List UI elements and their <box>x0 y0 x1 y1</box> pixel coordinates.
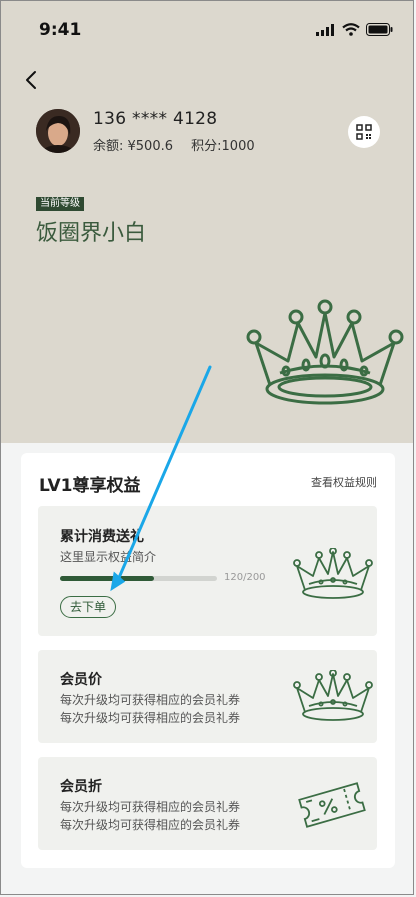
qr-code-icon <box>356 124 372 140</box>
benefit-desc: 每次升级均可获得相应的会员礼券 每次升级均可获得相应的会员礼券 <box>60 691 240 727</box>
benefit-title: 会员折 <box>60 779 102 795</box>
status-time: 9:41 <box>39 20 82 40</box>
user-phone: 136 **** 4128 <box>93 109 218 129</box>
benefit-desc: 每次升级均可获得相应的会员礼券 每次升级均可获得相应的会员礼券 <box>60 798 240 834</box>
crown-icon <box>293 548 373 599</box>
back-icon[interactable] <box>23 69 41 91</box>
coupon-icon <box>298 782 366 828</box>
avatar-image <box>36 109 80 153</box>
benefits-title: LV1尊享权益 <box>39 476 141 496</box>
user-meta: 余额: ¥500.6 积分:1000 <box>93 135 269 154</box>
benefit-card-member-price[interactable]: 会员价 每次升级均可获得相应的会员礼券 每次升级均可获得相应的会员礼券 <box>38 650 377 743</box>
benefit-card-member-discount[interactable]: 会员折 每次升级均可获得相应的会员礼券 每次升级均可获得相应的会员礼券 <box>38 757 377 850</box>
view-rules-link[interactable]: 查看权益规则 <box>311 474 377 490</box>
member-header: 9:41 136 **** 4128 余额: ¥500.6 积分:1000 当前… <box>1 1 413 443</box>
benefit-card-gift[interactable]: 累计消费送礼 这里显示权益简介 120/200 去下单 <box>38 506 377 636</box>
progress-text: 120/200 <box>224 572 266 583</box>
benefit-desc: 这里显示权益简介 <box>60 550 157 564</box>
benefit-title: 会员价 <box>60 672 102 688</box>
benefit-desc-line: 每次升级均可获得相应的会员礼券 <box>60 818 241 832</box>
points-text: 积分:1000 <box>191 139 255 154</box>
benefit-desc-line: 每次升级均可获得相应的会员礼券 <box>60 800 241 814</box>
avatar[interactable] <box>36 109 80 153</box>
benefit-desc-line: 每次升级均可获得相应的会员礼券 <box>60 693 241 707</box>
balance-text: 余额: ¥500.6 <box>93 139 173 154</box>
phone-frame: 9:41 136 **** 4128 余额: ¥500.6 积分:1000 当前… <box>0 0 414 895</box>
benefit-desc-line: 每次升级均可获得相应的会员礼券 <box>60 711 241 725</box>
level-name: 饭圈界小白 <box>36 221 147 246</box>
current-level-tag: 当前等级 <box>36 197 84 211</box>
qr-code-button[interactable] <box>348 116 380 148</box>
battery-icon <box>366 23 393 36</box>
progress-fill <box>60 576 155 581</box>
place-order-button[interactable]: 去下单 <box>60 596 117 618</box>
crown-icon <box>293 670 373 721</box>
benefits-panel: LV1尊享权益 查看权益规则 累计消费送礼 这里显示权益简介 120/200 去… <box>21 453 395 868</box>
benefit-title: 累计消费送礼 <box>60 529 144 545</box>
signal-icon <box>316 23 334 36</box>
status-icons <box>316 23 393 36</box>
crown-icon <box>246 299 404 405</box>
wifi-icon <box>342 23 360 36</box>
progress-bar <box>60 576 217 581</box>
